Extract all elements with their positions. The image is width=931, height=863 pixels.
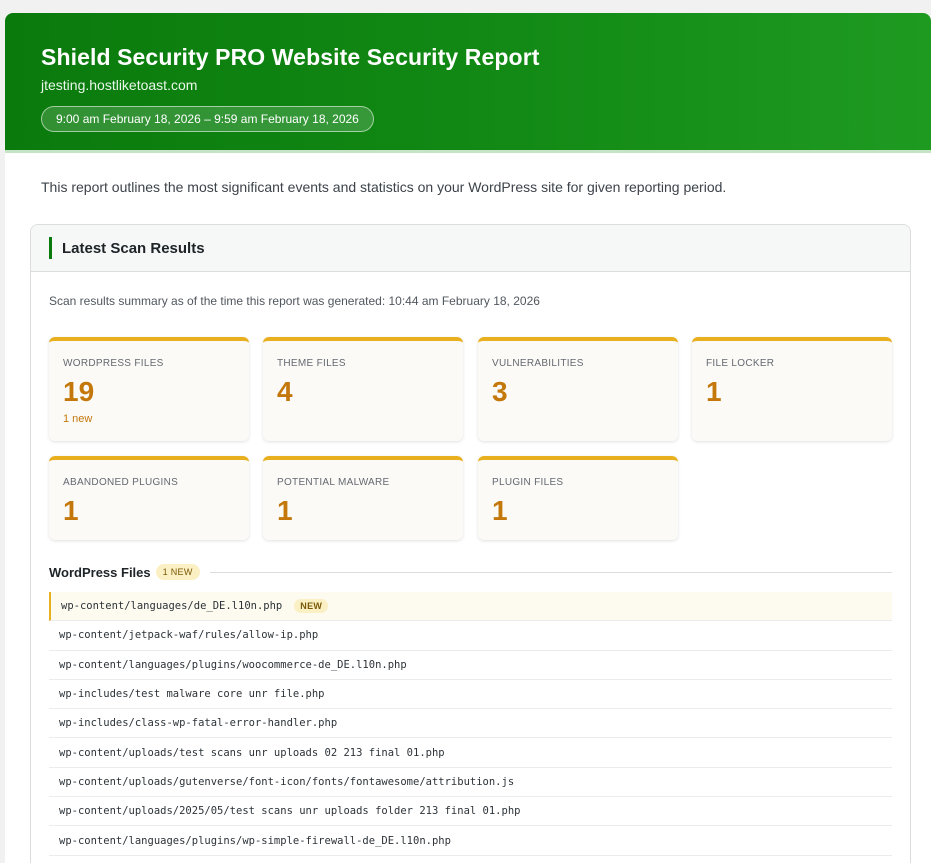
stat-label: Potential Malware: [277, 477, 390, 488]
stat-label: Abandoned Plugins: [63, 477, 179, 488]
stat-label: Vulnerabilities: [492, 358, 584, 369]
stat-card-vulnerabilities: Vulnerabilities 3: [478, 337, 678, 441]
stat-value: 1: [706, 376, 722, 407]
stat-value: 1: [492, 495, 508, 526]
scan-results-panel: Latest Scan Results Scan results summary…: [30, 224, 911, 863]
file-row-new: wp-content/languages/de_DE.l10n.php NEW: [49, 592, 892, 622]
file-row: wp-content/uploads/test scans unr upload…: [49, 738, 892, 768]
file-row: wp-content/uploads/gutenverse/font-icon/…: [49, 768, 892, 798]
file-path: wp-includes/class-wp-fatal-error-handler…: [59, 717, 338, 730]
file-path: wp-includes/test malware core unr file.p…: [59, 688, 325, 701]
site-domain: jtesting.hostliketoast.com: [41, 77, 198, 93]
stat-value: 3: [492, 376, 508, 407]
file-path: wp-content/languages/plugins/woocommerce…: [59, 658, 407, 671]
stat-card-file-locker: File Locker 1: [692, 337, 892, 441]
stat-value: 19: [63, 376, 95, 407]
file-row: wp-content/jetpack-waf/rules/allow-ip.ph…: [49, 621, 892, 651]
new-badge: NEW: [294, 599, 329, 614]
stat-value: 1: [63, 495, 79, 526]
stat-card-theme-files: Theme Files 4: [263, 337, 463, 441]
stat-card-plugin-files: Plugin Files 1: [478, 456, 678, 540]
report-title: Shield Security PRO Website Security Rep…: [41, 44, 540, 70]
stat-label: WordPress Files: [63, 358, 164, 369]
stat-card-wordpress-files: WordPress Files 19 1 new: [49, 337, 249, 441]
report-period-badge: 9:00 am February 18, 2026 – 9:59 am Febr…: [41, 106, 374, 132]
file-row: wp-content/languages/plugins/woocommerce…: [49, 651, 892, 680]
file-path: wp-content/languages/de_DE.l10n.php: [61, 600, 283, 613]
file-path: wp-content/uploads/2025/05/test scans un…: [59, 805, 521, 818]
stat-value: 4: [277, 376, 293, 407]
report-header: Shield Security PRO Website Security Rep…: [5, 13, 931, 153]
wordpress-files-heading: WordPress Files 1 NEW: [49, 564, 892, 580]
file-row: wp-content/languages/plugins/wp-simple-f…: [49, 826, 892, 856]
stat-card-abandoned-plugins: Abandoned Plugins 1: [49, 456, 249, 540]
file-row: wp-includes/class-wp-fatal-error-handler…: [49, 709, 892, 739]
stat-value: 1: [277, 495, 293, 526]
wordpress-file-list: wp-content/languages/de_DE.l10n.php NEW …: [49, 592, 892, 856]
stat-label: File Locker: [706, 358, 775, 369]
stat-label: Plugin Files: [492, 477, 564, 488]
file-row: wp-includes/test malware core unr file.p…: [49, 680, 892, 710]
panel-accent-bar: [49, 237, 52, 259]
file-path: wp-content/uploads/test scans unr upload…: [59, 746, 445, 759]
panel-header: Latest Scan Results: [31, 225, 910, 272]
stat-label: Theme Files: [277, 358, 346, 369]
file-path: wp-content/languages/plugins/wp-simple-f…: [59, 834, 451, 847]
section-title: WordPress Files: [49, 564, 151, 580]
security-report: Shield Security PRO Website Security Rep…: [5, 13, 931, 863]
stat-card-potential-malware: Potential Malware 1: [263, 456, 463, 540]
file-path: wp-content/uploads/gutenverse/font-icon/…: [59, 775, 515, 788]
scan-summary-text: Scan results summary as of the time this…: [49, 294, 540, 308]
report-intro: This report outlines the most significan…: [41, 179, 727, 195]
stat-new-count: 1 new: [63, 413, 93, 425]
new-count-badge: 1 NEW: [155, 564, 200, 580]
file-path: wp-content/jetpack-waf/rules/allow-ip.ph…: [59, 629, 319, 642]
file-row: wp-content/uploads/2025/05/test scans un…: [49, 797, 892, 827]
panel-title: Latest Scan Results: [62, 239, 205, 257]
divider: [209, 571, 892, 573]
